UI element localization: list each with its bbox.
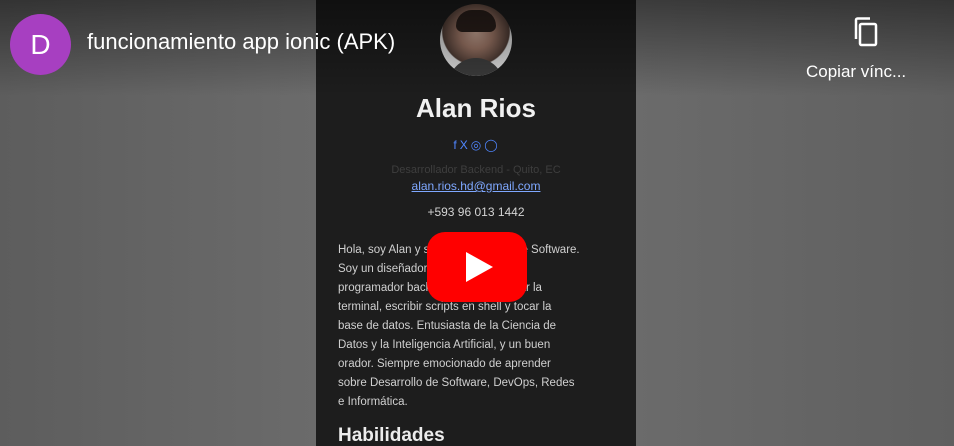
video-player[interactable]: Alan Rios f X ◎ ◯ Desarrollador Backend - Q… (0, 0, 954, 446)
video-title[interactable]: funcionamiento app ionic (APK) (87, 29, 395, 55)
bio-line: sobre Desarrollo de Software, DevOps, Re… (338, 377, 575, 389)
bio-line: e Informática. (338, 396, 408, 408)
channel-avatar[interactable]: D (10, 14, 71, 75)
profile-email: alan.rios.hd@gmail.com (411, 179, 541, 193)
bio-line: Datos y la Inteligencia Artificial, y un… (338, 339, 551, 351)
social-links: f X ◎ ◯ (316, 138, 636, 152)
github-icon: ◯ (484, 138, 499, 152)
profile-name: Alan Rios (416, 93, 536, 123)
copy-link-label: Copiar vínc... (806, 62, 907, 81)
copy-icon (854, 17, 878, 47)
copy-link-button[interactable]: Copiar vínc... (796, 10, 936, 90)
youtube-play-icon (427, 232, 527, 302)
bio-line: orador. Siempre emocionado de aprender (338, 358, 551, 370)
facebook-icon: f (453, 138, 458, 152)
profile-phone: +593 96 013 1442 (427, 205, 525, 219)
instagram-icon: ◎ (470, 138, 483, 152)
profile-role: Desarrollador Backend - Quito, EC (391, 164, 561, 176)
play-button[interactable] (427, 232, 527, 302)
x-icon: X (459, 138, 469, 152)
bio-line: base de datos. Entusiasta de la Ciencia … (338, 320, 557, 332)
skills-section-title: Habilidades (338, 425, 445, 446)
